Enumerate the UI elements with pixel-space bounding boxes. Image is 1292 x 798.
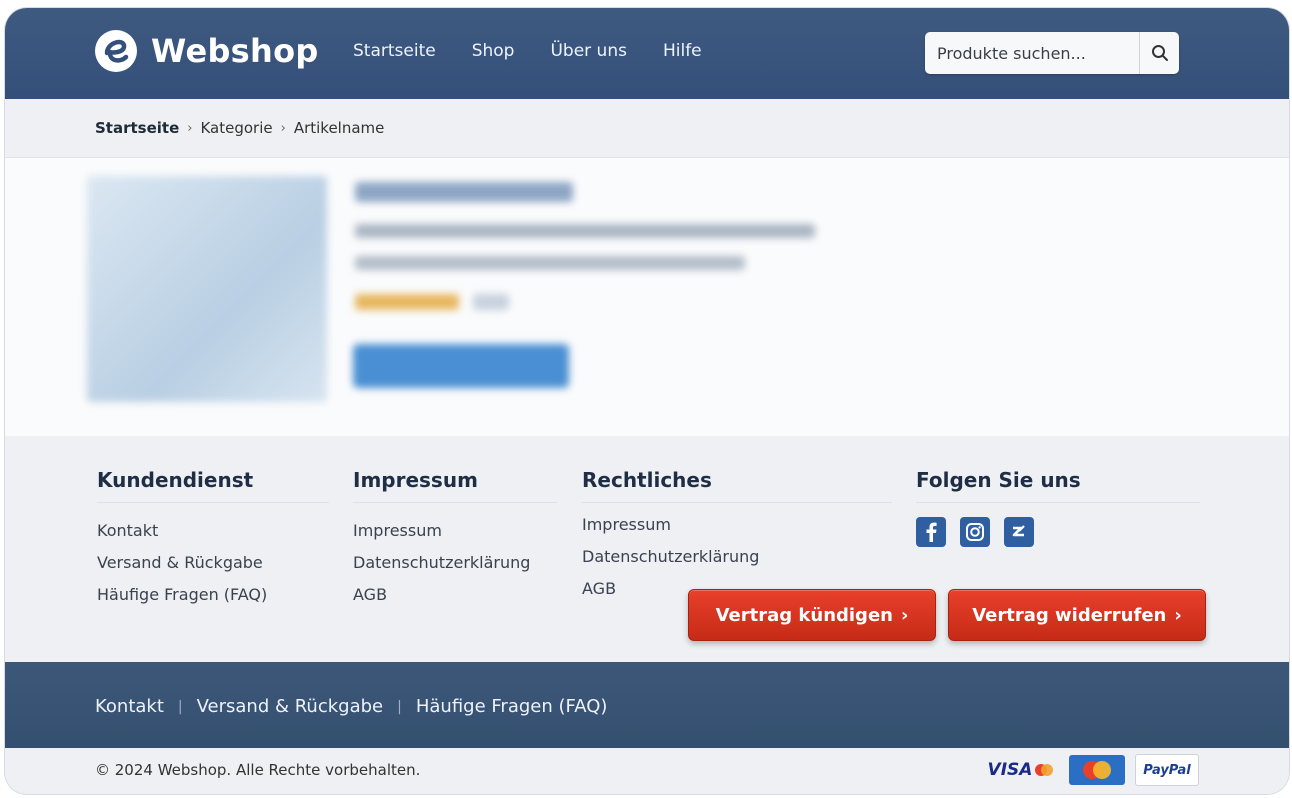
footer-link-datenschutz[interactable]: Datenschutzerklärung	[582, 541, 892, 573]
footer-link-kontakt[interactable]: Kontakt	[97, 515, 329, 547]
visa-logo: VISA	[983, 755, 1059, 785]
footer-link-impressum[interactable]: Impressum	[582, 509, 892, 541]
webshop-logo-icon	[95, 30, 137, 72]
footer-heading: Rechtliches	[582, 468, 892, 503]
footer-nav-versand[interactable]: Versand & Rückgabe	[197, 696, 384, 717]
product-section-blurred	[5, 158, 1289, 436]
divider: |	[177, 698, 183, 715]
visa-mark-icon	[1035, 764, 1054, 776]
footer-bottom: © 2024 Webshop. Alle Rechte vorbehalten.…	[5, 748, 1289, 794]
browser-frame: Webshop Startseite Shop Über uns Hilfe S…	[5, 8, 1289, 794]
revoke-contract-label: Vertrag widerrufen	[972, 604, 1167, 626]
visa-label: VISA	[987, 760, 1033, 780]
rating-stars	[355, 294, 459, 310]
payment-methods: VISA PayPal	[983, 754, 1199, 786]
search-icon	[1151, 45, 1168, 61]
nav-startseite[interactable]: Startseite	[353, 41, 436, 61]
logo[interactable]: Webshop	[93, 28, 319, 74]
footer-link-impressum[interactable]: Impressum	[353, 515, 557, 547]
copyright-text: © 2024 Webshop. Alle Rechte vorbehalten.	[95, 761, 421, 779]
footer-nav-bar: Kontakt | Versand & Rückgabe | Häufige F…	[5, 662, 1289, 748]
nav-ueber-uns[interactable]: Über uns	[550, 41, 627, 61]
nav-shop[interactable]: Shop	[472, 41, 515, 61]
footer-column-social: Folgen Sie uns	[916, 468, 1200, 547]
footer-link-faq[interactable]: Häufige Fragen (FAQ)	[97, 579, 329, 611]
chevron-right-icon: ›	[280, 120, 286, 136]
product-description-placeholder	[355, 224, 815, 238]
product-description-placeholder	[355, 256, 745, 270]
breadcrumb-category[interactable]: Kategorie	[200, 119, 272, 137]
breadcrumb-bar: Startseite › Kategorie › Artikelname	[5, 99, 1289, 158]
mastercard-icon	[1083, 761, 1111, 779]
footer-column-kundendienst: Kundendienst Kontakt Versand & Rückgabe …	[97, 468, 329, 611]
paypal-label: PayPal	[1143, 762, 1191, 778]
breadcrumb-home[interactable]: Startseite	[95, 119, 179, 137]
product-title-placeholder	[355, 182, 573, 202]
footer-links: Kundendienst Kontakt Versand & Rückgabe …	[5, 436, 1289, 662]
footer-nav-faq[interactable]: Häufige Fragen (FAQ)	[416, 696, 608, 717]
breadcrumb-article: Artikelname	[293, 119, 385, 137]
cancel-contract-label: Vertrag kündigen	[715, 604, 893, 626]
site-header: Webshop Startseite Shop Über uns Hilfe	[5, 8, 1289, 99]
mastercard-logo	[1069, 755, 1125, 785]
footer-nav-kontakt[interactable]: Kontakt	[95, 696, 164, 717]
paypal-logo: PayPal	[1135, 754, 1199, 786]
cancel-contract-button[interactable]: Vertrag kündigen ›	[688, 589, 936, 641]
search-box	[925, 32, 1179, 74]
brand-name: Webshop	[151, 32, 319, 70]
footer-column-rechtliches: Rechtliches Impressum Datenschutzerkläru…	[582, 468, 892, 605]
chevron-right-icon: ›	[187, 120, 193, 136]
facebook-icon[interactable]	[916, 517, 946, 547]
revoke-contract-button[interactable]: Vertrag widerrufen ›	[948, 589, 1206, 641]
search-input[interactable]	[925, 32, 1139, 74]
footer-link-agb[interactable]: AGB	[353, 579, 557, 611]
footer-link-versand[interactable]: Versand & Rückgabe	[97, 547, 329, 579]
footer-column-impressum: Impressum Impressum Datenschutzerklärung…	[353, 468, 557, 611]
footer-heading: Impressum	[353, 468, 557, 503]
search-button[interactable]	[1139, 32, 1179, 74]
nav-hilfe[interactable]: Hilfe	[663, 41, 702, 61]
chevron-right-icon: ›	[1174, 604, 1182, 626]
social-links	[916, 517, 1200, 547]
divider: |	[397, 698, 402, 715]
xing-icon[interactable]	[1004, 517, 1034, 547]
instagram-icon[interactable]	[960, 517, 990, 547]
footer-link-datenschutz[interactable]: Datenschutzerklärung	[353, 547, 557, 579]
footer-heading: Folgen Sie uns	[916, 468, 1200, 503]
main-nav: Startseite Shop Über uns Hilfe	[353, 41, 702, 61]
footer-heading: Kundendienst	[97, 468, 329, 503]
breadcrumb: Startseite › Kategorie › Artikelname	[95, 119, 384, 137]
product-image	[87, 176, 327, 402]
review-count-placeholder	[473, 294, 509, 310]
chevron-right-icon: ›	[900, 604, 909, 626]
add-to-cart-button[interactable]	[353, 344, 569, 388]
footer-nav: Kontakt | Versand & Rückgabe | Häufige F…	[95, 696, 607, 717]
